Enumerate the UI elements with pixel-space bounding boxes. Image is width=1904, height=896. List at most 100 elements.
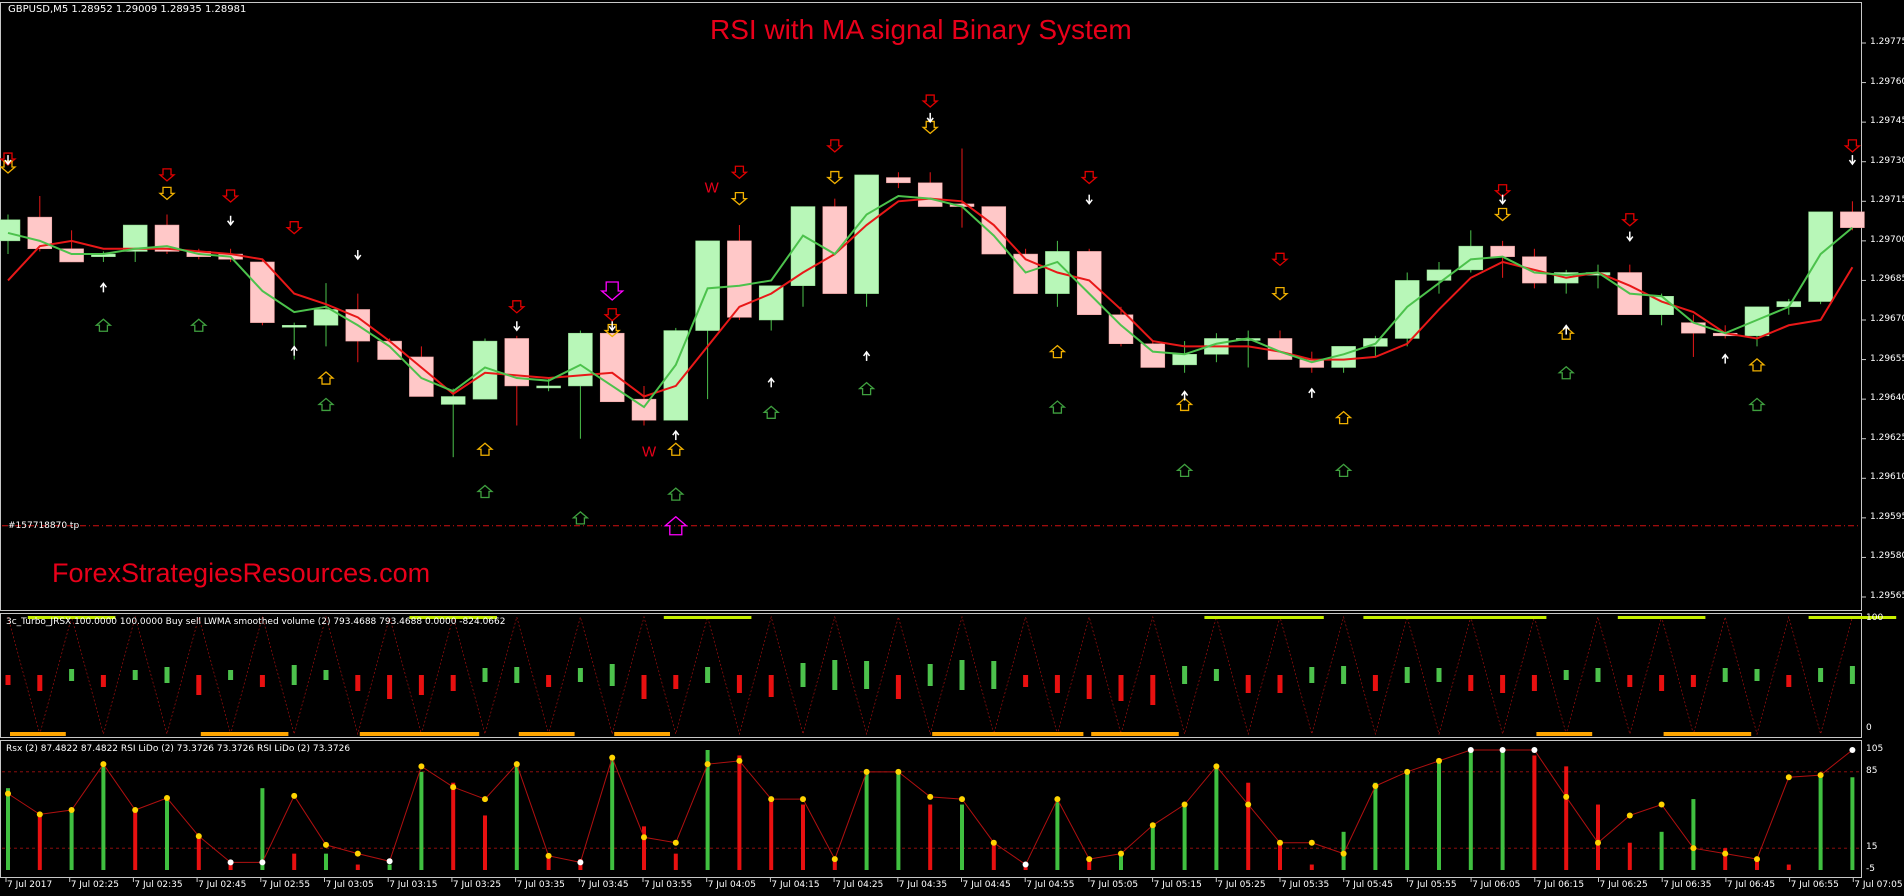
rsx-dot bbox=[1213, 763, 1220, 770]
rsx-dot bbox=[68, 807, 75, 813]
indicator1-green-bar bbox=[1818, 668, 1824, 682]
rsx-dot bbox=[5, 790, 11, 797]
down-arrow-icon bbox=[158, 186, 176, 201]
down-arrow-icon bbox=[1621, 213, 1639, 227]
rsx-dot bbox=[1308, 839, 1315, 846]
rsx-dot bbox=[895, 768, 902, 775]
rsx-dot bbox=[1658, 801, 1665, 808]
indicator1-top-strip bbox=[1617, 616, 1706, 619]
down-arrow-icon bbox=[158, 168, 176, 182]
indicator1-red-bar bbox=[1690, 675, 1696, 687]
indicator1-red-bar bbox=[895, 675, 901, 699]
indicator2-green-bar bbox=[1182, 804, 1187, 870]
rsx-dot bbox=[418, 763, 425, 770]
rsx-dot bbox=[323, 841, 329, 848]
bear-candle bbox=[981, 206, 1007, 255]
indicator2-red-bar bbox=[1532, 755, 1537, 870]
time-tick-label: 7 Jul 04:25 bbox=[835, 880, 884, 890]
time-tick-label: 7 Jul 05:45 bbox=[1344, 880, 1393, 890]
rsx-dot bbox=[1436, 757, 1442, 764]
indicator1-green-bar bbox=[1341, 666, 1347, 684]
down-arrow-icon bbox=[603, 308, 621, 322]
bull-candle bbox=[536, 385, 561, 389]
time-tick-label: 7 Jul 03:25 bbox=[452, 880, 502, 890]
indicator1-bottom-strip bbox=[1091, 732, 1179, 736]
price-tick-label: 1.29775 bbox=[1870, 37, 1904, 47]
indicator1-bottom-strip bbox=[200, 732, 289, 736]
up-arrow-icon bbox=[762, 405, 780, 419]
indicator2-green-bar bbox=[1437, 760, 1441, 870]
indicator1-green-bar bbox=[800, 663, 806, 687]
up-arrow-icon bbox=[1048, 400, 1067, 414]
indicator2-green-bar bbox=[324, 853, 328, 870]
up-arrow-icon bbox=[317, 371, 335, 385]
indicator2-green-bar bbox=[6, 788, 10, 870]
indicator2-green-bar bbox=[1818, 777, 1823, 870]
indicator1-red-bar bbox=[355, 675, 361, 691]
indicator2-red-bar bbox=[801, 804, 805, 870]
indicator1-red-bar bbox=[641, 675, 647, 699]
bull-candle bbox=[1426, 269, 1452, 281]
indicator1-green-bar bbox=[132, 670, 138, 680]
down-arrow-icon bbox=[221, 189, 240, 203]
up-arrow-icon bbox=[1748, 357, 1766, 372]
indicator1-red-bar bbox=[1372, 675, 1378, 691]
bull-candle bbox=[695, 240, 720, 331]
indicator1-red-bar bbox=[5, 675, 11, 685]
price-tick-label: 1.29745 bbox=[1870, 116, 1904, 127]
time-tick-label: 7 Jul 06:25 bbox=[1599, 880, 1648, 890]
indicator2-red-bar bbox=[1564, 766, 1569, 870]
rsx-dot bbox=[1785, 774, 1792, 781]
rsx-dot bbox=[609, 754, 616, 761]
price-tick-label: 1.29655 bbox=[1870, 353, 1904, 364]
indicator1-red-bar bbox=[418, 675, 424, 695]
price-tick-label: 1.29715 bbox=[1870, 195, 1904, 206]
up-arrow-icon bbox=[1175, 463, 1194, 478]
indicator2-green-bar bbox=[960, 804, 964, 870]
time-tick-label: 7 Jul 02:25 bbox=[70, 880, 119, 890]
indicator2-green-bar bbox=[1055, 799, 1060, 870]
indicator2-green-bar bbox=[1405, 771, 1410, 870]
down-arrow-icon bbox=[826, 139, 844, 153]
bull-candle bbox=[568, 332, 593, 387]
rsx-dot bbox=[132, 807, 139, 813]
up-arrow-icon bbox=[857, 381, 876, 396]
time-tick-label: 7 Jul 06:45 bbox=[1726, 880, 1776, 890]
rsx-dot bbox=[450, 784, 457, 791]
up-arrow-icon bbox=[1048, 344, 1067, 359]
price-tick-label: 1.29595 bbox=[1870, 511, 1904, 522]
indicator1-green-bar bbox=[705, 667, 711, 683]
time-tick-label: 7 Jul 04:45 bbox=[962, 880, 1011, 890]
time-tick-label: 7 Jul 02:35 bbox=[134, 880, 183, 890]
indicator1-red-bar bbox=[37, 675, 43, 691]
bull-candle bbox=[281, 325, 307, 328]
bull-candle bbox=[440, 396, 466, 405]
indicator2-red-bar bbox=[292, 853, 297, 870]
time-tick-label: 7 Jul 07:05 bbox=[1854, 880, 1903, 890]
time-tick-label: 7 Jul 03:45 bbox=[580, 880, 629, 890]
w-signal-marker: W bbox=[642, 444, 657, 461]
down-arrow-icon bbox=[1271, 252, 1289, 267]
up-arrow-icon bbox=[1557, 365, 1575, 380]
down-arrow-icon bbox=[1493, 207, 1512, 222]
indicator2-red-bar bbox=[673, 853, 678, 870]
time-tick-label: 7 Jul 2017 bbox=[7, 880, 53, 890]
indicator1-bottom-strip bbox=[614, 732, 670, 736]
indicator1-top-strip bbox=[1363, 616, 1547, 619]
indicator1-green-bar bbox=[1182, 666, 1188, 684]
indicator1-red-bar bbox=[1627, 675, 1633, 687]
down-arrow-icon bbox=[730, 165, 749, 180]
rsx-dot bbox=[1054, 796, 1061, 803]
indicator1-red-bar bbox=[1786, 675, 1792, 687]
indicator1-green-bar bbox=[991, 661, 997, 689]
rsx-dot bbox=[1022, 861, 1029, 868]
indicator1-red-bar bbox=[1468, 675, 1474, 691]
rsx-dot bbox=[959, 796, 965, 803]
indicator1-red-bar bbox=[546, 675, 552, 687]
time-tick-label: 7 Jul 02:45 bbox=[198, 880, 247, 890]
rsx-dot bbox=[1817, 772, 1824, 779]
rsx-dot bbox=[1245, 801, 1252, 808]
time-tick-label: 7 Jul 04:15 bbox=[771, 880, 820, 890]
indicator1-green-bar bbox=[1436, 668, 1442, 682]
rsx-dot bbox=[768, 796, 775, 803]
